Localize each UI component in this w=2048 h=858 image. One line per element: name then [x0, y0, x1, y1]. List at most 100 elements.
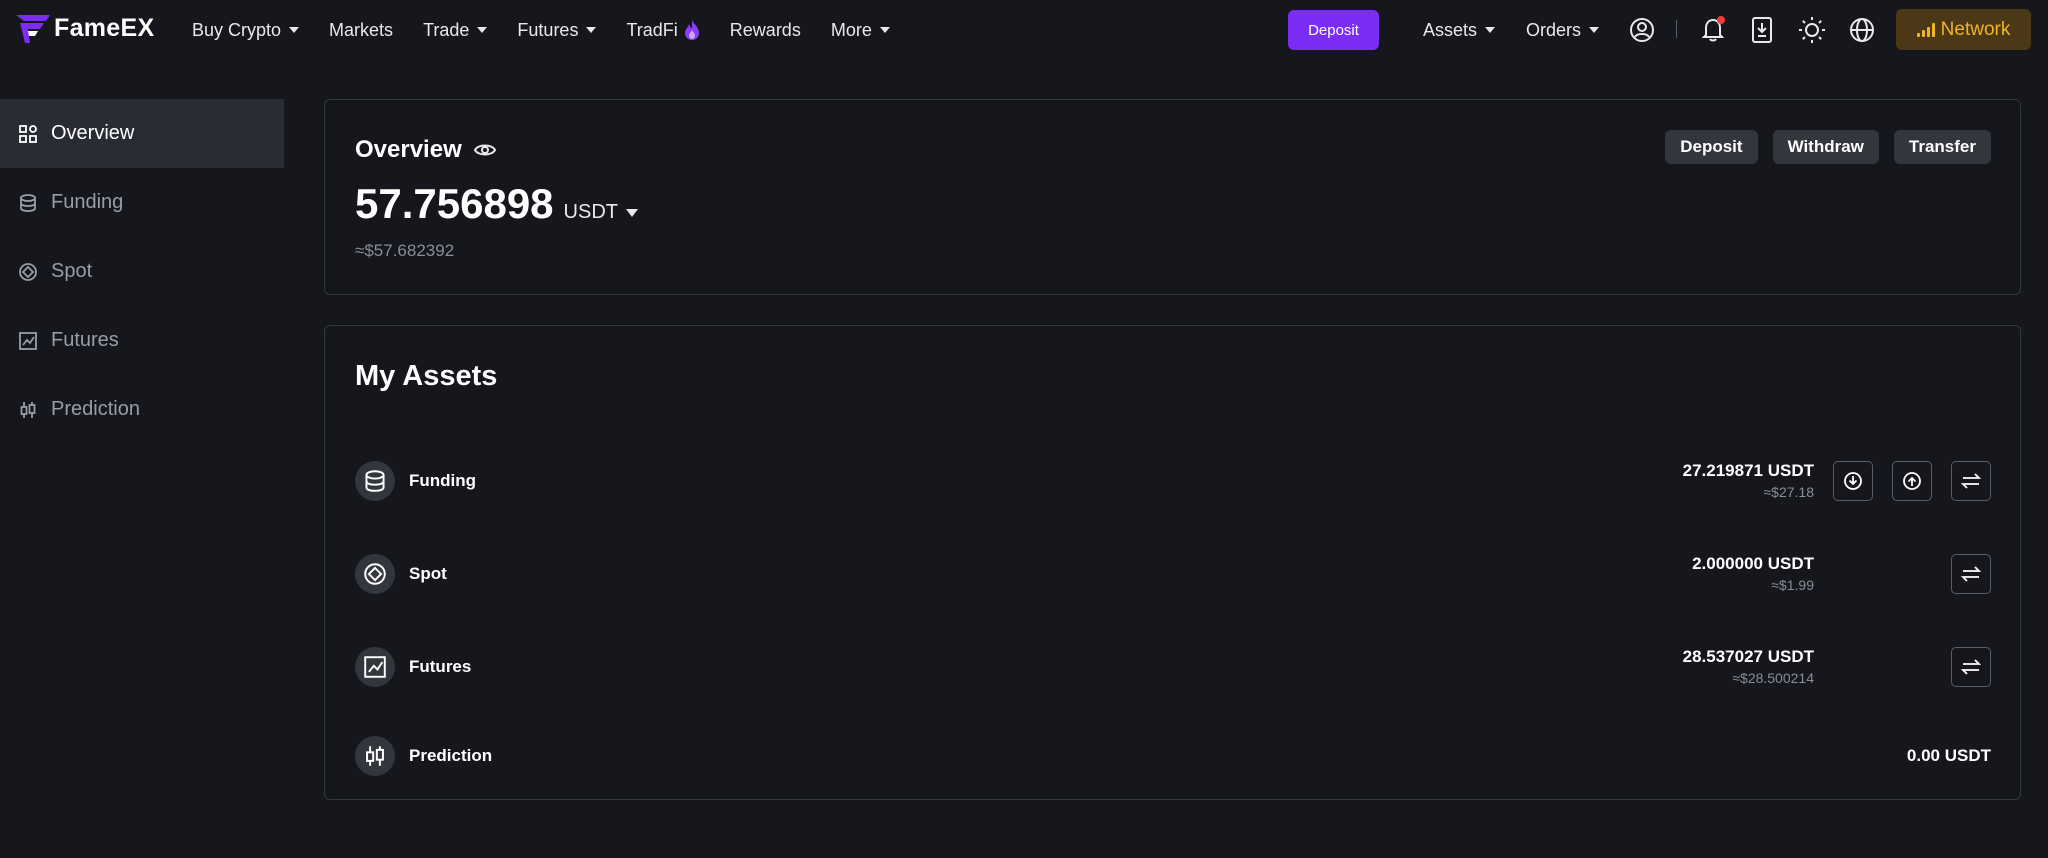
spot-icon	[355, 554, 395, 594]
asset-usdt-value: 27.219871 USDT	[1682, 461, 1814, 480]
nav-markets-label: Markets	[329, 19, 394, 40]
download-app-icon[interactable]	[1746, 14, 1778, 46]
nav-futures-label: Futures	[517, 19, 579, 40]
candlestick-icon	[355, 736, 395, 776]
asset-row-prediction: Prediction 0.00 USDT	[355, 734, 1991, 778]
chart-icon	[355, 647, 395, 687]
withdraw-icon[interactable]	[1892, 461, 1932, 501]
fameex-logo[interactable]: FameEX	[16, 14, 154, 43]
asset-values: 28.537027 USDT ≈$28.500214	[1683, 645, 1991, 689]
nav-buy-crypto-label: Buy Crypto	[192, 19, 282, 40]
nav-futures[interactable]: Futures	[517, 19, 597, 41]
grid-icon	[18, 124, 38, 144]
sidebar-item-label: Spot	[51, 260, 93, 282]
sun-icon[interactable]	[1796, 14, 1828, 46]
total-balance-amount: 57.756898	[355, 180, 554, 227]
sidebar-item-label: Prediction	[51, 398, 140, 420]
nav-buy-crypto[interactable]: Buy Crypto	[192, 19, 300, 41]
sidebar-item-label: Futures	[51, 329, 119, 351]
asset-usd-value: ≈$28.500214	[1732, 670, 1814, 686]
logo-mark-icon	[16, 14, 50, 43]
nav-orders-label: Orders	[1526, 19, 1582, 40]
transfer-button[interactable]: Transfer	[1893, 130, 1991, 164]
caret-down-icon	[586, 27, 597, 33]
nav-rewards-label: Rewards	[729, 19, 801, 40]
total-balance-usd: ≈$57.682392	[355, 241, 455, 260]
network-status-button[interactable]: Network	[1896, 9, 2031, 50]
brand-name: FameEX	[54, 14, 155, 42]
header-deposit-button[interactable]: Deposit	[1288, 10, 1379, 50]
nav-orders[interactable]: Orders	[1526, 0, 1600, 60]
user-icon[interactable]	[1626, 14, 1658, 46]
nav-trade-label: Trade	[423, 19, 470, 40]
nav-more-label: More	[830, 19, 872, 40]
sidebar-item-label: Overview	[51, 122, 135, 144]
caret-down-icon	[289, 27, 300, 33]
notification-dot	[1717, 16, 1725, 24]
transfer-icon[interactable]	[1951, 461, 1991, 501]
bell-icon[interactable]	[1697, 14, 1729, 46]
withdraw-button[interactable]: Withdraw	[1772, 130, 1879, 164]
nav-markets[interactable]: Markets	[329, 20, 393, 41]
asset-name: Funding	[409, 471, 477, 490]
transfer-icon[interactable]	[1951, 554, 1991, 594]
sidebar-item-label: Funding	[51, 191, 124, 213]
database-icon	[355, 461, 395, 501]
globe-icon[interactable]	[1846, 14, 1878, 46]
asset-values: 2.000000 USDT ≈$1.99	[1692, 552, 1991, 596]
chart-icon	[18, 331, 38, 351]
sidebar-item-spot[interactable]: Spot	[0, 237, 284, 306]
asset-name: Prediction	[409, 746, 493, 765]
deposit-icon[interactable]	[1833, 461, 1873, 501]
sidebar-item-futures[interactable]: Futures	[0, 306, 284, 375]
caret-down-icon	[1589, 27, 1600, 33]
top-navigation-bar: FameEX Buy Crypto Markets Trade Futures …	[0, 0, 2048, 60]
sidebar-item-prediction[interactable]: Prediction	[0, 375, 284, 444]
currency-selector[interactable]: USDT	[564, 201, 638, 224]
asset-name: Spot	[409, 564, 447, 583]
asset-usdt-value: 2.000000 USDT	[1692, 554, 1814, 573]
nav-assets-label: Assets	[1423, 19, 1478, 40]
signal-bars-icon	[1916, 22, 1935, 37]
asset-usd-value: ≈$1.99	[1771, 577, 1814, 593]
nav-trade[interactable]: Trade	[423, 19, 488, 41]
main-nav: Buy Crypto Markets Trade Futures TradFi …	[192, 0, 920, 60]
my-assets-card: My Assets Funding 27.219871 USDT ≈$27.18	[324, 325, 2021, 800]
network-label: Network	[1940, 18, 2011, 40]
fire-icon	[684, 20, 699, 40]
nav-assets[interactable]: Assets	[1423, 0, 1496, 60]
caret-down-icon	[626, 208, 638, 217]
asset-row-funding: Funding 27.219871 USDT ≈$27.18	[355, 459, 1991, 503]
asset-name: Futures	[409, 657, 472, 676]
eye-icon[interactable]	[473, 142, 496, 158]
caret-down-icon	[477, 27, 488, 33]
asset-values: 0.00 USDT	[1907, 734, 1991, 778]
nav-rewards[interactable]: Rewards	[730, 20, 801, 41]
sidebar: Overview Funding Spot Futures Prediction	[0, 99, 284, 444]
asset-row-futures: Futures 28.537027 USDT ≈$28.500214	[355, 645, 1991, 689]
transfer-icon[interactable]	[1951, 647, 1991, 687]
sidebar-item-overview[interactable]: Overview	[0, 99, 284, 168]
asset-values: 27.219871 USDT ≈$27.18	[1683, 459, 1991, 503]
caret-down-icon	[879, 27, 890, 33]
caret-down-icon	[1485, 27, 1496, 33]
overview-actions: Deposit Withdraw Transfer	[1665, 130, 1991, 164]
nav-tradfi[interactable]: TradFi	[626, 20, 699, 41]
nav-tradfi-label: TradFi	[626, 19, 678, 40]
divider	[1676, 20, 1677, 38]
deposit-button[interactable]: Deposit	[1665, 130, 1758, 164]
asset-usdt-value: 0.00 USDT	[1906, 746, 1991, 765]
currency-label: USDT	[563, 201, 618, 223]
my-assets-title: My Assets	[355, 360, 498, 392]
overview-title: Overview	[355, 136, 496, 164]
spot-icon	[18, 262, 38, 282]
nav-more[interactable]: More	[831, 20, 890, 41]
sidebar-item-funding[interactable]: Funding	[0, 168, 284, 237]
asset-row-spot: Spot 2.000000 USDT ≈$1.99	[355, 552, 1991, 596]
total-balance: 57.756898 USDT	[355, 180, 638, 228]
asset-usd-value: ≈$27.18	[1763, 484, 1814, 500]
